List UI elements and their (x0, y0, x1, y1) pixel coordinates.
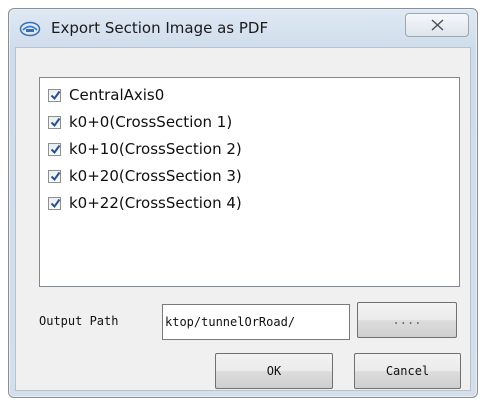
checkmark-icon (50, 171, 61, 181)
list-item[interactable]: CentralAxis0 (48, 83, 164, 107)
checkmark-icon (50, 90, 61, 100)
output-path-label: Output Path (39, 314, 119, 328)
browse-button[interactable]: .... (357, 302, 457, 338)
checkbox[interactable] (48, 88, 61, 102)
close-button[interactable] (405, 13, 469, 37)
close-icon (431, 19, 444, 31)
checkmark-icon (50, 117, 61, 127)
list-item-label: k0+10(CrossSection 2) (69, 140, 242, 158)
list-item[interactable]: k0+10(CrossSection 2) (48, 137, 242, 161)
checkmark-icon (50, 144, 61, 154)
title-bar[interactable]: Export Section Image as PDF (9, 9, 477, 47)
list-item-label: k0+20(CrossSection 3) (69, 167, 242, 185)
list-item[interactable]: k0+20(CrossSection 3) (48, 164, 242, 188)
checkbox[interactable] (48, 115, 61, 129)
list-item-label: CentralAxis0 (69, 86, 165, 104)
export-dialog: Export Section Image as PDF CentralAxis0… (8, 8, 478, 398)
layer-checklist[interactable]: CentralAxis0 k0+0(CrossSection 1) k0+10(… (39, 77, 460, 287)
output-path-input[interactable] (162, 304, 350, 340)
cancel-button[interactable]: Cancel (354, 353, 461, 389)
checkmark-icon (50, 198, 61, 208)
checkbox[interactable] (48, 142, 61, 156)
checkbox[interactable] (48, 196, 61, 210)
list-item[interactable]: k0+22(CrossSection 4) (48, 191, 242, 215)
dialog-client-area: CentralAxis0 k0+0(CrossSection 1) k0+10(… (15, 47, 471, 391)
app-logo-icon (19, 21, 41, 37)
checkbox[interactable] (48, 169, 61, 183)
list-item[interactable]: k0+0(CrossSection 1) (48, 110, 232, 134)
ok-button[interactable]: OK (215, 353, 333, 389)
list-item-label: k0+22(CrossSection 4) (69, 194, 242, 212)
window-title: Export Section Image as PDF (51, 19, 269, 37)
list-item-label: k0+0(CrossSection 1) (69, 113, 233, 131)
